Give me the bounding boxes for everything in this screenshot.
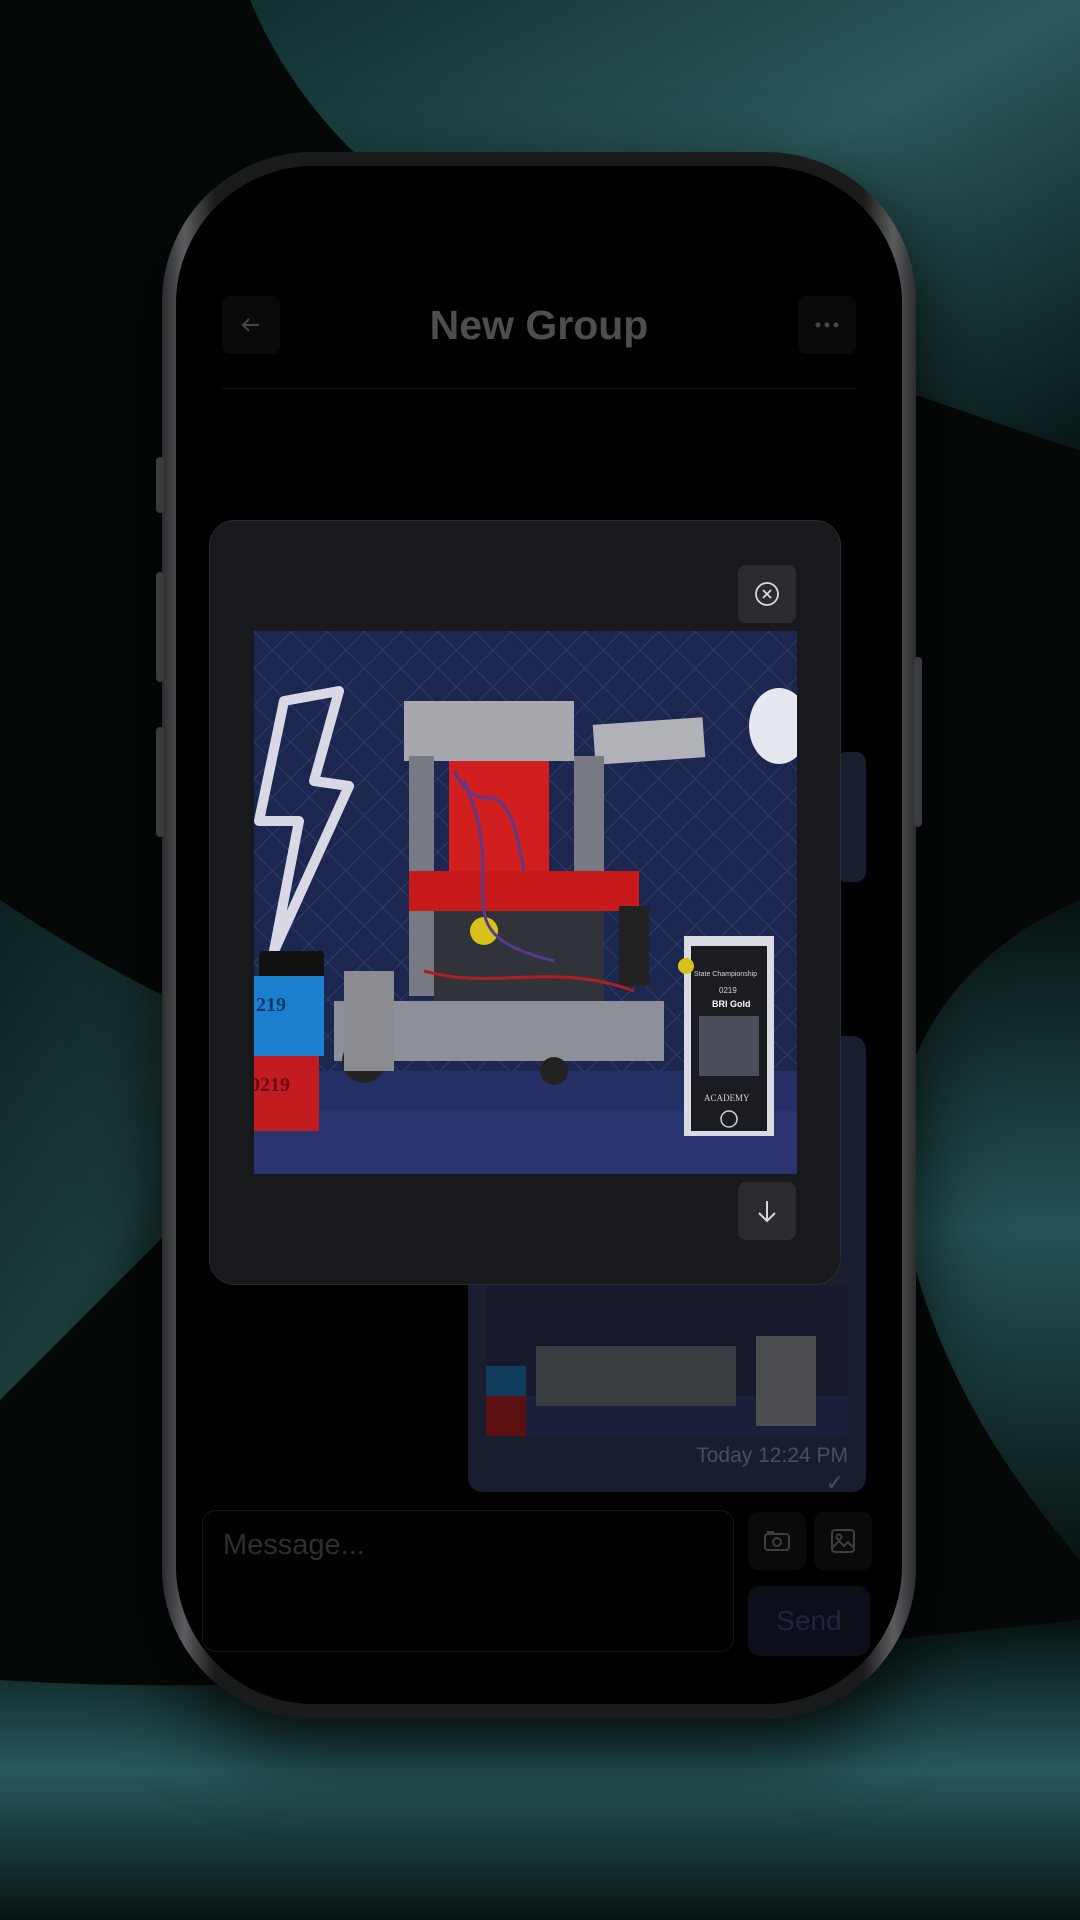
team-number-label: 219 bbox=[256, 994, 286, 1016]
award-title: State Championship bbox=[694, 971, 757, 978]
award-name: BRI Gold bbox=[712, 999, 751, 1009]
team-number-label: 0219 bbox=[254, 1074, 290, 1096]
image-viewer-modal: 219 0219 State Championship 0219 BRI Gol… bbox=[209, 520, 841, 1285]
award-team: 0219 bbox=[719, 986, 737, 995]
close-button[interactable] bbox=[738, 565, 796, 623]
close-circle-icon bbox=[755, 582, 779, 606]
award-org: ACADEMY bbox=[704, 1093, 750, 1103]
arrow-down-icon bbox=[758, 1201, 776, 1223]
viewer-image[interactable]: 219 0219 State Championship 0219 BRI Gol… bbox=[254, 631, 797, 1174]
team-cube-blue bbox=[254, 976, 324, 1056]
download-button[interactable] bbox=[738, 1182, 796, 1240]
